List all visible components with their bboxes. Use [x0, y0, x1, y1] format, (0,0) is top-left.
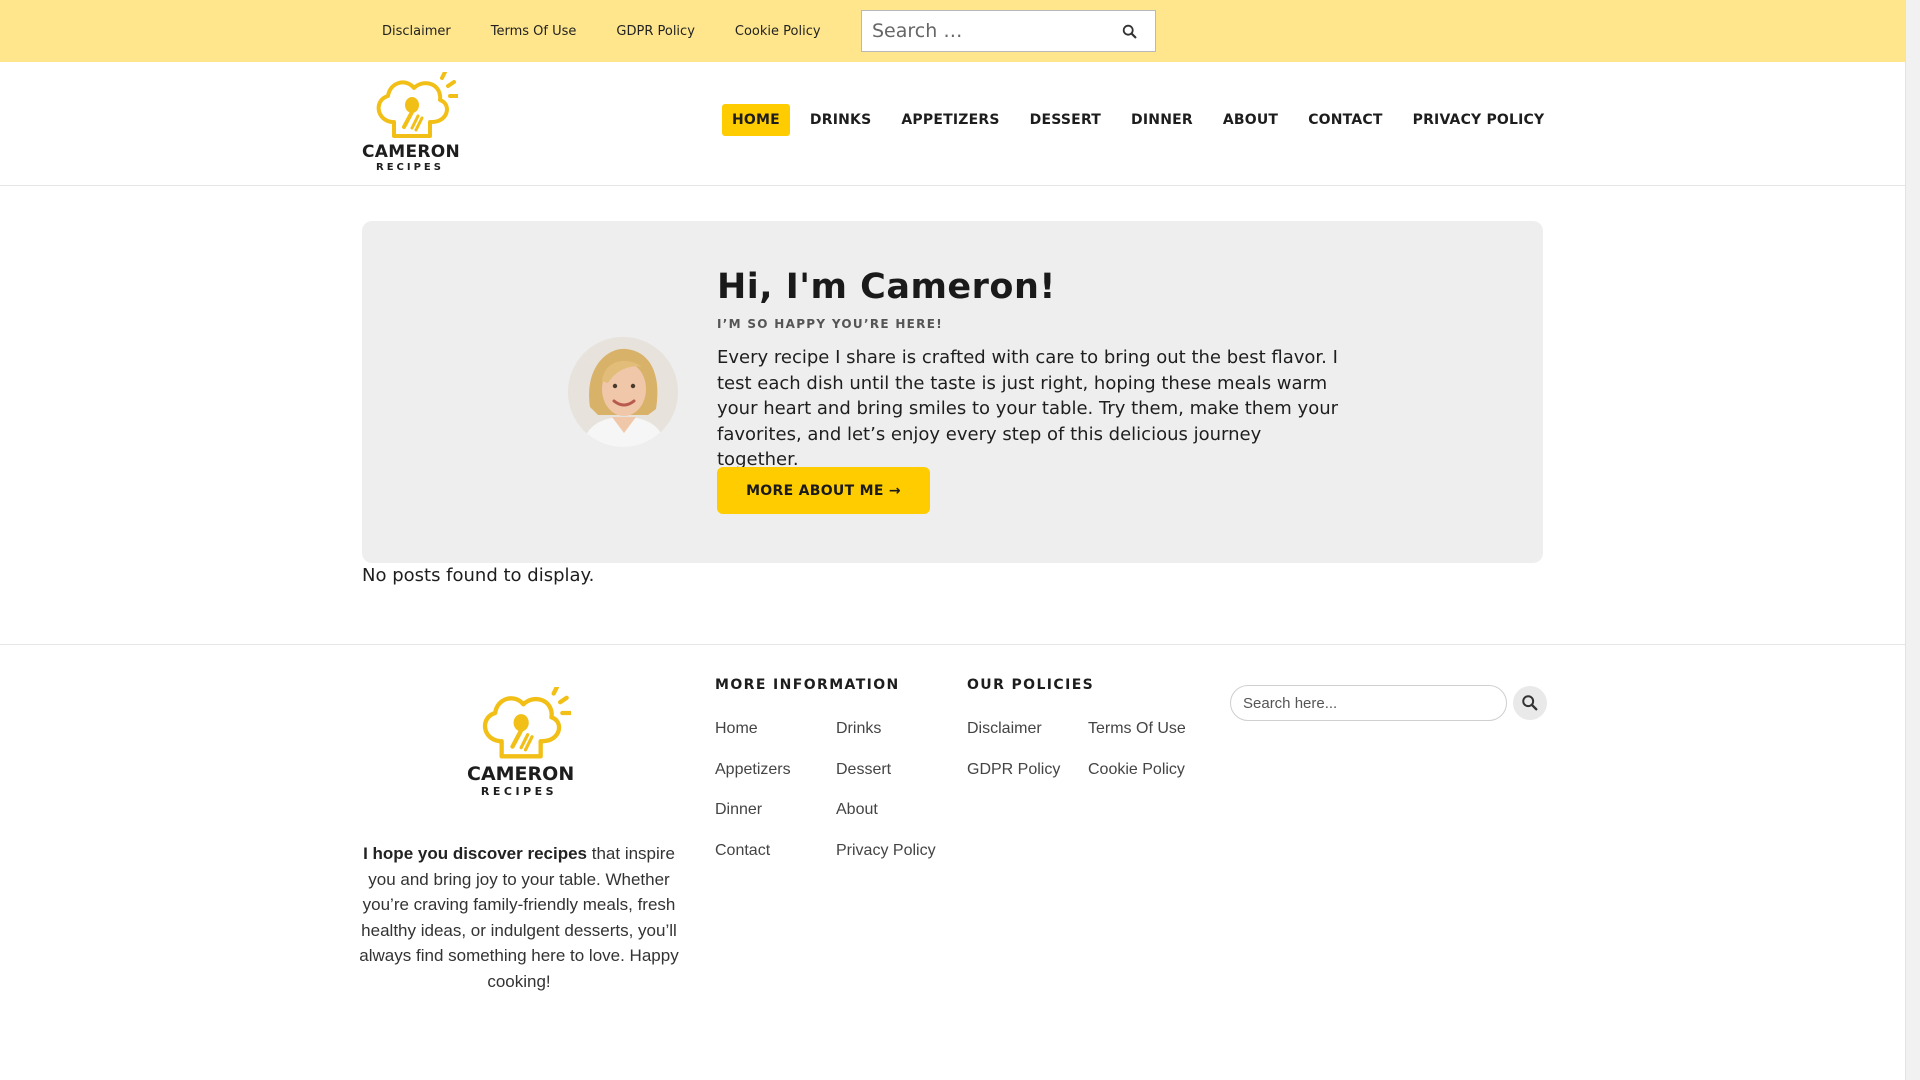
top-utility-bar: Disclaimer Terms Of Use GDPR Policy Cook… — [0, 0, 1905, 62]
hero-title: Hi, I'm Cameron! — [717, 267, 1056, 307]
footer-about-rest: that inspire you and bring joy to your t… — [359, 844, 679, 991]
main-nav: HOME DRINKS APPETIZERS DESSERT DINNER AB… — [722, 104, 1564, 136]
chef-hat-icon — [482, 687, 571, 759]
footer-link-disclaimer[interactable]: Disclaimer — [967, 720, 1042, 738]
logo-text-sub: RECIPES — [376, 162, 444, 173]
footer-link-home[interactable]: Home — [715, 720, 758, 738]
hero-subtitle: I’M SO HAPPY YOU’RE HERE! — [717, 317, 943, 331]
nav-about[interactable]: ABOUT — [1213, 104, 1288, 136]
more-information-title: MORE INFORMATION — [715, 677, 900, 693]
top-link-disclaimer[interactable]: Disclaimer — [382, 24, 451, 39]
our-policies-title: OUR POLICIES — [967, 677, 1095, 693]
footer-about-text: I hope you discover recipes that inspire… — [356, 841, 682, 994]
footer-search-input[interactable]: Search here... — [1230, 685, 1507, 721]
footer-link-gdpr[interactable]: GDPR Policy — [967, 761, 1060, 779]
footer-logo[interactable]: CAMERON RECIPES — [467, 687, 575, 799]
footer-logo-text-sub: RECIPES — [480, 785, 558, 798]
footer-link-appetizers[interactable]: Appetizers — [715, 761, 791, 779]
footer-link-dinner[interactable]: Dinner — [715, 801, 762, 819]
footer-about-bold: I hope you discover recipes — [363, 844, 588, 863]
more-about-me-button[interactable]: MORE ABOUT ME → — [717, 467, 930, 514]
nav-dinner[interactable]: DINNER — [1121, 104, 1203, 136]
nav-drinks[interactable]: DRINKS — [800, 104, 881, 136]
footer-link-privacy-policy[interactable]: Privacy Policy — [836, 842, 936, 860]
footer-link-about[interactable]: About — [836, 801, 878, 819]
site-footer: CAMERON RECIPES I hope you discover reci… — [0, 644, 1905, 1080]
top-search-input[interactable]: Search … — [861, 10, 1156, 52]
author-intro-card: Hi, I'm Cameron! I’M SO HAPPY YOU’RE HER… — [362, 221, 1543, 563]
page-scrollbar[interactable] — [1905, 0, 1920, 1080]
search-icon[interactable] — [1121, 23, 1139, 41]
logo-text-main: CAMERON — [362, 142, 461, 162]
site-header: CAMERON RECIPES HOME DRINKS APPETIZERS D… — [0, 62, 1905, 186]
nav-home[interactable]: HOME — [722, 104, 790, 136]
nav-privacy-policy[interactable]: PRIVACY POLICY — [1403, 104, 1555, 136]
search-icon — [1522, 695, 1538, 711]
hero-paragraph: Every recipe I share is crafted with car… — [717, 347, 1339, 470]
top-links: Disclaimer Terms Of Use GDPR Policy Cook… — [362, 0, 861, 62]
chef-hat-icon — [376, 72, 458, 138]
footer-link-drinks[interactable]: Drinks — [836, 720, 881, 738]
footer-link-dessert[interactable]: Dessert — [836, 761, 891, 779]
footer-link-terms[interactable]: Terms Of Use — [1088, 720, 1186, 738]
nav-appetizers[interactable]: APPETIZERS — [891, 104, 1009, 136]
footer-link-contact[interactable]: Contact — [715, 842, 770, 860]
footer-search-button[interactable] — [1513, 686, 1547, 720]
top-link-gdpr[interactable]: GDPR Policy — [616, 24, 694, 39]
top-link-cookie[interactable]: Cookie Policy — [735, 24, 821, 39]
footer-search-placeholder: Search here... — [1243, 695, 1338, 712]
site-logo[interactable]: CAMERON RECIPES — [362, 72, 461, 176]
footer-link-cookie[interactable]: Cookie Policy — [1088, 761, 1185, 779]
footer-logo-text-main: CAMERON — [467, 763, 575, 785]
nav-contact[interactable]: CONTACT — [1298, 104, 1392, 136]
top-link-terms[interactable]: Terms Of Use — [491, 24, 577, 39]
nav-dessert[interactable]: DESSERT — [1020, 104, 1111, 136]
empty-posts-message: No posts found to display. — [362, 565, 595, 586]
top-search-placeholder: Search … — [872, 20, 963, 42]
avatar — [568, 337, 678, 447]
